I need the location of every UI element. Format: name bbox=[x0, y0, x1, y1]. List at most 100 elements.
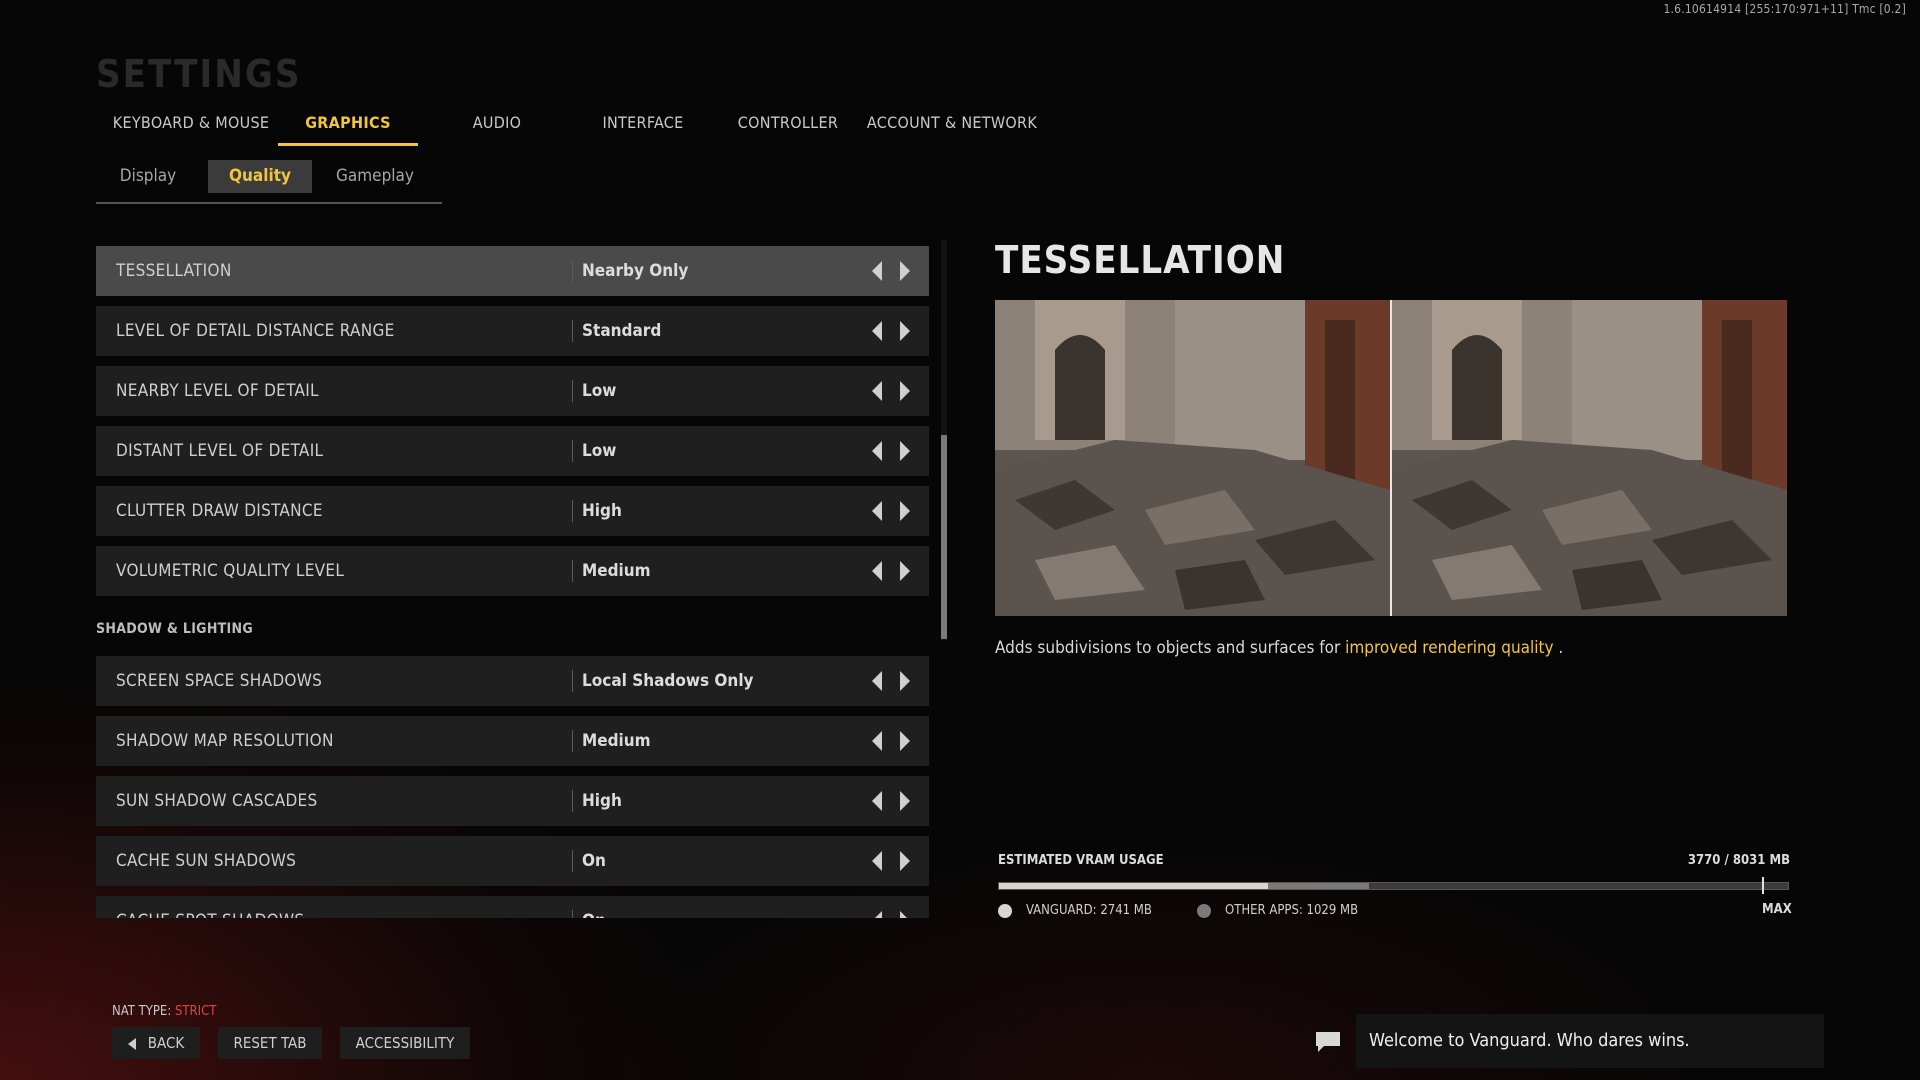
arrow-left-icon[interactable] bbox=[872, 911, 882, 918]
setting-row-volumetric-quality[interactable]: VOLUMETRIC QUALITY LEVEL Medium bbox=[96, 546, 929, 596]
setting-value: Low bbox=[582, 381, 617, 401]
tab-keyboard-mouse[interactable]: KEYBOARD & MOUSE bbox=[96, 110, 286, 146]
setting-label: CLUTTER DRAW DISTANCE bbox=[116, 501, 323, 521]
setting-row-cache-spot-shadows[interactable]: CACHE SPOT SHADOWS On bbox=[96, 896, 929, 918]
nat-type-label: NAT TYPE: bbox=[112, 1004, 175, 1019]
divider bbox=[572, 670, 573, 692]
arrow-left-icon[interactable] bbox=[872, 561, 882, 581]
setting-row-tessellation[interactable]: TESSELLATION Nearby Only bbox=[96, 246, 929, 296]
divider bbox=[572, 560, 573, 582]
scrollbar-thumb[interactable] bbox=[941, 435, 947, 639]
setting-row-sun-shadow-cascades[interactable]: SUN SHADOW CASCADES High bbox=[96, 776, 929, 826]
arrow-left-icon[interactable] bbox=[872, 501, 882, 521]
divider bbox=[572, 320, 573, 342]
arrow-left-icon[interactable] bbox=[872, 671, 882, 691]
preview-on-image bbox=[1392, 300, 1787, 616]
vram-max-marker bbox=[1762, 877, 1764, 894]
tab-account-network[interactable]: ACCOUNT & NETWORK bbox=[862, 110, 1042, 146]
arrow-right-icon[interactable] bbox=[900, 321, 910, 341]
setting-row-cache-sun-shadows[interactable]: CACHE SUN SHADOWS On bbox=[96, 836, 929, 886]
setting-label: DISTANT LEVEL OF DETAIL bbox=[116, 441, 324, 461]
arrow-right-icon[interactable] bbox=[900, 671, 910, 691]
setting-label: LEVEL OF DETAIL DISTANCE RANGE bbox=[116, 321, 395, 341]
arrow-left-icon[interactable] bbox=[872, 851, 882, 871]
setting-value: Local Shadows Only bbox=[582, 671, 754, 691]
divider bbox=[572, 790, 573, 812]
divider bbox=[572, 380, 573, 402]
tab-controller[interactable]: CONTROLLER bbox=[718, 110, 858, 146]
divider bbox=[572, 730, 573, 752]
setting-value: Medium bbox=[582, 561, 651, 581]
setting-label: SCREEN SPACE SHADOWS bbox=[116, 671, 323, 691]
arrow-left-icon[interactable] bbox=[872, 731, 882, 751]
main-tabs: KEYBOARD & MOUSE GRAPHICS AUDIO INTERFAC… bbox=[96, 110, 1042, 146]
setting-row-shadow-map-resolution[interactable]: SHADOW MAP RESOLUTION Medium bbox=[96, 716, 929, 766]
setting-value: Nearby Only bbox=[582, 261, 689, 281]
chat-icon bbox=[1316, 1032, 1340, 1052]
setting-row-distant-lod[interactable]: DISTANT LEVEL OF DETAIL Low bbox=[96, 426, 929, 476]
setting-value: High bbox=[582, 791, 622, 811]
tab-audio[interactable]: AUDIO bbox=[432, 110, 562, 146]
setting-label: CACHE SPOT SHADOWS bbox=[116, 896, 304, 918]
setting-label: NEARBY LEVEL OF DETAIL bbox=[116, 381, 319, 401]
vram-total: 3770 / 8031 MB bbox=[1687, 853, 1790, 868]
tessellation-preview-image bbox=[995, 300, 1787, 616]
arrow-left-icon[interactable] bbox=[872, 441, 882, 461]
subtabs: Display Quality Gameplay bbox=[96, 160, 442, 204]
subtab-gameplay[interactable]: Gameplay bbox=[320, 160, 430, 193]
setting-label: VOLUMETRIC QUALITY LEVEL bbox=[116, 561, 345, 581]
description-highlight: improved rendering quality bbox=[1345, 638, 1554, 658]
arrow-left-icon[interactable] bbox=[872, 261, 882, 281]
arrow-right-icon[interactable] bbox=[900, 851, 910, 871]
legend-other: OTHER APPS: 1029 MB bbox=[1197, 903, 1358, 918]
setting-row-clutter-draw-distance[interactable]: CLUTTER DRAW DISTANCE High bbox=[96, 486, 929, 536]
settings-list: TESSELLATION Nearby Only LEVEL OF DETAIL… bbox=[96, 246, 929, 918]
reset-tab-button[interactable]: RESET TAB bbox=[218, 1027, 322, 1059]
description-text: Adds subdivisions to objects and surface… bbox=[995, 638, 1346, 658]
detail-description: Adds subdivisions to objects and surface… bbox=[995, 638, 1563, 658]
arrow-right-icon[interactable] bbox=[900, 261, 910, 281]
vram-other-fill bbox=[1268, 883, 1370, 889]
section-header-shadow-lighting: SHADOW & LIGHTING bbox=[96, 621, 254, 637]
arrow-right-icon[interactable] bbox=[900, 731, 910, 751]
vram-usage-bar bbox=[998, 882, 1789, 890]
setting-row-nearby-lod[interactable]: NEARBY LEVEL OF DETAIL Low bbox=[96, 366, 929, 416]
setting-value: Standard bbox=[582, 321, 662, 341]
other-apps-dot-icon bbox=[1197, 903, 1211, 918]
setting-row-lod-distance-range[interactable]: LEVEL OF DETAIL DISTANCE RANGE Standard bbox=[96, 306, 929, 356]
arrow-left-icon[interactable] bbox=[872, 321, 882, 341]
vram-vanguard-fill bbox=[999, 883, 1269, 889]
toast-message: Welcome to Vanguard. Who dares wins. bbox=[1356, 1014, 1824, 1068]
setting-value: On bbox=[582, 851, 606, 871]
arrow-right-icon[interactable] bbox=[900, 501, 910, 521]
vanguard-dot-icon bbox=[998, 903, 1012, 918]
divider bbox=[572, 260, 573, 282]
setting-value: On bbox=[582, 896, 606, 918]
legend-vanguard: VANGUARD: 2741 MB bbox=[998, 903, 1152, 918]
setting-value: Medium bbox=[582, 731, 651, 751]
accessibility-button[interactable]: ACCESSIBILITY bbox=[340, 1027, 470, 1059]
arrow-right-icon[interactable] bbox=[900, 381, 910, 401]
setting-label: TESSELLATION bbox=[116, 261, 232, 281]
subtab-display[interactable]: Display bbox=[96, 160, 200, 193]
setting-row-screen-space-shadows[interactable]: SCREEN SPACE SHADOWS Local Shadows Only bbox=[96, 656, 929, 706]
setting-label: SUN SHADOW CASCADES bbox=[116, 791, 318, 811]
arrow-right-icon[interactable] bbox=[900, 911, 910, 918]
divider bbox=[572, 910, 573, 918]
build-info: 1.6.10614914 [255:170:971+11] Tmc [0.2] bbox=[1663, 2, 1906, 16]
setting-label: CACHE SUN SHADOWS bbox=[116, 851, 297, 871]
setting-value: Low bbox=[582, 441, 617, 461]
arrow-left-icon[interactable] bbox=[872, 791, 882, 811]
arrow-right-icon[interactable] bbox=[900, 561, 910, 581]
nat-type: NAT TYPE: STRICT bbox=[112, 1004, 216, 1019]
setting-label: SHADOW MAP RESOLUTION bbox=[116, 731, 334, 751]
arrow-right-icon[interactable] bbox=[900, 441, 910, 461]
tab-graphics[interactable]: GRAPHICS bbox=[278, 110, 418, 146]
tab-interface[interactable]: INTERFACE bbox=[568, 110, 718, 146]
arrow-left-icon[interactable] bbox=[872, 381, 882, 401]
divider bbox=[572, 850, 573, 872]
arrow-right-icon[interactable] bbox=[900, 791, 910, 811]
subtab-quality[interactable]: Quality bbox=[208, 160, 312, 193]
back-button[interactable]: BACK bbox=[112, 1027, 200, 1059]
back-label: BACK bbox=[147, 1034, 185, 1052]
